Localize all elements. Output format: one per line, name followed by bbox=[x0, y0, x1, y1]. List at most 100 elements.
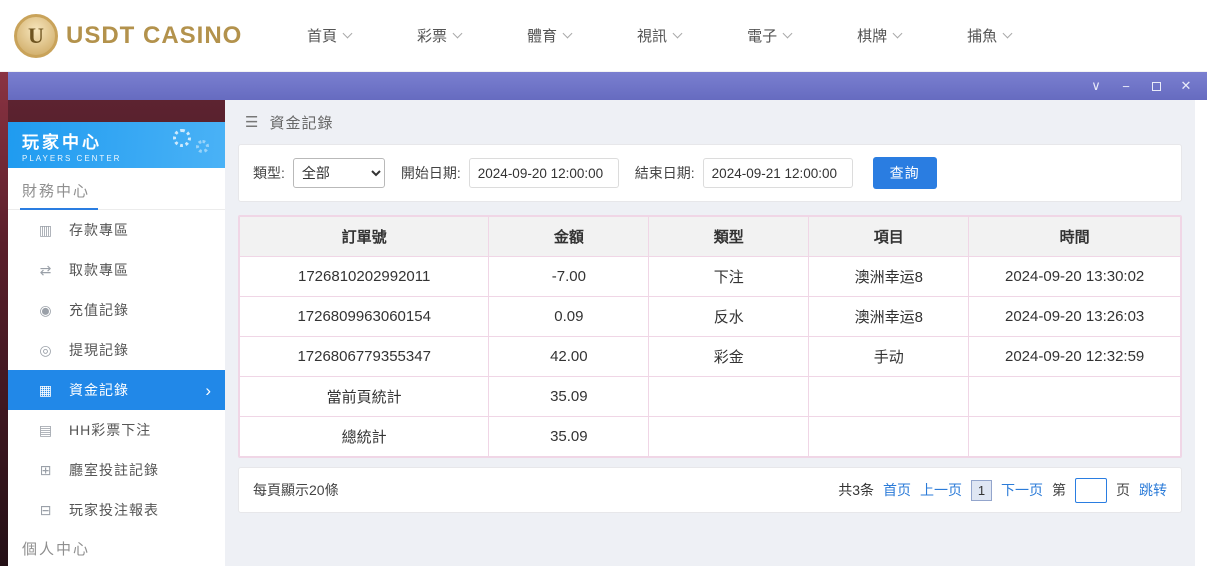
pagination-controls: 共3条 首页 上一页 1 下一页 第 页 跳转 bbox=[838, 478, 1167, 503]
nav-item-fishing[interactable]: 捕魚 bbox=[934, 25, 1044, 46]
bet-report-icon: ⊟ bbox=[38, 502, 54, 519]
nav-label: 捕魚 bbox=[967, 25, 997, 46]
column-header-item: 項目 bbox=[809, 217, 969, 257]
nav-label: 彩票 bbox=[417, 25, 447, 46]
nav-label: 棋牌 bbox=[857, 25, 887, 46]
nav-item-sports[interactable]: 體育 bbox=[494, 25, 604, 46]
sidebar-item-deposit[interactable]: ▥ 存款專區 bbox=[8, 210, 225, 250]
nav-label: 體育 bbox=[527, 25, 557, 46]
content-header: ☰ 資金記錄 bbox=[238, 100, 1182, 144]
table-cell: 42.00 bbox=[489, 337, 649, 377]
filter-bar: 類型: 全部 開始日期: 結束日期: 查詢 bbox=[238, 144, 1182, 202]
sidebar-item-label: HH彩票下注 bbox=[69, 420, 151, 440]
table-cell: 反水 bbox=[649, 297, 809, 337]
withdraw-record-icon: ◎ bbox=[38, 342, 54, 359]
nav-item-lottery[interactable]: 彩票 bbox=[384, 25, 494, 46]
sidebar-item-withdraw[interactable]: ⇄ 取款專區 bbox=[8, 250, 225, 290]
total-count: 共3条 bbox=[838, 480, 874, 500]
withdraw-icon: ⇄ bbox=[38, 262, 54, 279]
sidebar-item-recharge-record[interactable]: ◉ 充值記錄 bbox=[8, 290, 225, 330]
lottery-bet-icon: ▤ bbox=[38, 422, 54, 439]
jump-button[interactable]: 跳转 bbox=[1139, 480, 1167, 500]
chevron-down-icon bbox=[783, 29, 793, 39]
hamburger-menu-icon[interactable]: ☰ bbox=[245, 113, 259, 131]
chevron-down-icon: ∨ bbox=[1091, 78, 1101, 94]
table-cell: 2024-09-20 13:26:03 bbox=[969, 297, 1181, 337]
table-cell: 手动 bbox=[809, 337, 969, 377]
poker-chip-icon bbox=[173, 129, 191, 147]
minimize-icon: − bbox=[1122, 79, 1130, 94]
site-logo[interactable]: U USDT CASINO bbox=[14, 14, 254, 58]
table-cell bbox=[809, 417, 969, 457]
nav-item-home[interactable]: 首頁 bbox=[274, 25, 384, 46]
table-row: 1726810202992011 -7.00 下注 澳洲幸运8 2024-09-… bbox=[240, 257, 1181, 297]
chevron-down-icon bbox=[453, 29, 463, 39]
table-cell: 1726810202992011 bbox=[240, 257, 489, 297]
nav-item-live-video[interactable]: 視訊 bbox=[604, 25, 714, 46]
page-title: 資金記錄 bbox=[269, 112, 333, 133]
right-scroll-strip[interactable] bbox=[1195, 100, 1207, 566]
next-page-link[interactable]: 下一页 bbox=[1001, 480, 1043, 500]
sidebar-item-label: 玩家投注報表 bbox=[69, 500, 159, 520]
top-navbar: U USDT CASINO 首頁 彩票 體育 視訊 電子 棋牌 bbox=[0, 0, 1207, 72]
maximize-button[interactable] bbox=[1141, 72, 1171, 100]
sidebar-item-player-bet-report[interactable]: ⊟ 玩家投注報表 bbox=[8, 490, 225, 530]
sidebar-item-label: 資金記錄 bbox=[69, 380, 129, 400]
sidebar-title: 玩家中心 bbox=[22, 128, 225, 153]
poker-chip-icon bbox=[196, 140, 209, 153]
start-date-input[interactable] bbox=[469, 158, 619, 188]
close-button[interactable]: ✕ bbox=[1171, 72, 1201, 100]
background-image-strip bbox=[0, 72, 8, 566]
section-label: 個人中心 bbox=[22, 541, 90, 558]
jump-label-after: 页 bbox=[1116, 480, 1130, 500]
first-page-link[interactable]: 首页 bbox=[883, 480, 911, 500]
funds-table: 訂單號 金額 類型 項目 時間 1726810202992011 -7.00 下… bbox=[238, 215, 1182, 458]
sidebar-item-funds-record[interactable]: ▦ 資金記錄 › bbox=[8, 370, 225, 410]
recharge-record-icon: ◉ bbox=[38, 302, 54, 319]
table-cell: -7.00 bbox=[489, 257, 649, 297]
column-header-order-no: 訂單號 bbox=[240, 217, 489, 257]
minimize-button[interactable]: − bbox=[1111, 72, 1141, 100]
sidebar-item-hall-bet-record[interactable]: ⊞ 廳室投註記錄 bbox=[8, 450, 225, 490]
main-content: ☰ 資金記錄 類型: 全部 開始日期: 結束日期: 查詢 訂單號 bbox=[225, 100, 1195, 566]
type-filter-label: 類型: bbox=[253, 163, 285, 183]
sidebar-item-label: 廳室投註記錄 bbox=[69, 460, 159, 480]
jump-page-input[interactable] bbox=[1075, 478, 1107, 503]
prev-page-link[interactable]: 上一页 bbox=[920, 480, 962, 500]
section-label: 財務中心 bbox=[20, 180, 98, 210]
nav-item-chess[interactable]: 棋牌 bbox=[824, 25, 934, 46]
table-cell bbox=[969, 377, 1181, 417]
query-button[interactable]: 查詢 bbox=[873, 157, 937, 189]
sidebar-header: 玩家中心 PLAYERS CENTER bbox=[8, 122, 225, 168]
sidebar-section-finance: 財務中心 bbox=[8, 168, 225, 210]
chevron-down-icon bbox=[343, 29, 353, 39]
close-icon: ✕ bbox=[1181, 78, 1192, 94]
table-cell: 總統計 bbox=[240, 417, 489, 457]
type-select[interactable]: 全部 bbox=[293, 158, 385, 188]
logo-icon: U bbox=[14, 14, 58, 58]
table-row: 1726809963060154 0.09 反水 澳洲幸运8 2024-09-2… bbox=[240, 297, 1181, 337]
collapse-button[interactable]: ∨ bbox=[1081, 72, 1111, 100]
table-cell: 1726806779355347 bbox=[240, 337, 489, 377]
sidebar-item-hh-lottery-bet[interactable]: ▤ HH彩票下注 bbox=[8, 410, 225, 450]
logo-initial: U bbox=[28, 23, 44, 49]
funds-record-icon: ▦ bbox=[38, 382, 54, 399]
main-nav: 首頁 彩票 體育 視訊 電子 棋牌 捕魚 bbox=[274, 25, 1044, 46]
sidebar-item-withdraw-record[interactable]: ◎ 提現記錄 bbox=[8, 330, 225, 370]
page: U USDT CASINO 首頁 彩票 體育 視訊 電子 棋牌 bbox=[0, 0, 1207, 566]
deposit-icon: ▥ bbox=[38, 222, 54, 239]
chevron-down-icon bbox=[893, 29, 903, 39]
table-cell: 0.09 bbox=[489, 297, 649, 337]
pagination-bar: 每頁顯示20條 共3条 首页 上一页 1 下一页 第 页 跳转 bbox=[238, 467, 1182, 513]
nav-item-slots[interactable]: 電子 bbox=[714, 25, 824, 46]
sidebar-item-label: 充值記錄 bbox=[69, 300, 129, 320]
table-header-row: 訂單號 金額 類型 項目 時間 bbox=[240, 217, 1181, 257]
maximize-icon bbox=[1152, 82, 1161, 91]
current-page[interactable]: 1 bbox=[971, 480, 992, 501]
table-cell: 當前頁統計 bbox=[240, 377, 489, 417]
jump-label-before: 第 bbox=[1052, 480, 1066, 500]
end-date-input[interactable] bbox=[703, 158, 853, 188]
table-cell bbox=[809, 377, 969, 417]
chevron-right-icon: › bbox=[205, 382, 212, 399]
table-row-page-summary: 當前頁統計 35.09 bbox=[240, 377, 1181, 417]
